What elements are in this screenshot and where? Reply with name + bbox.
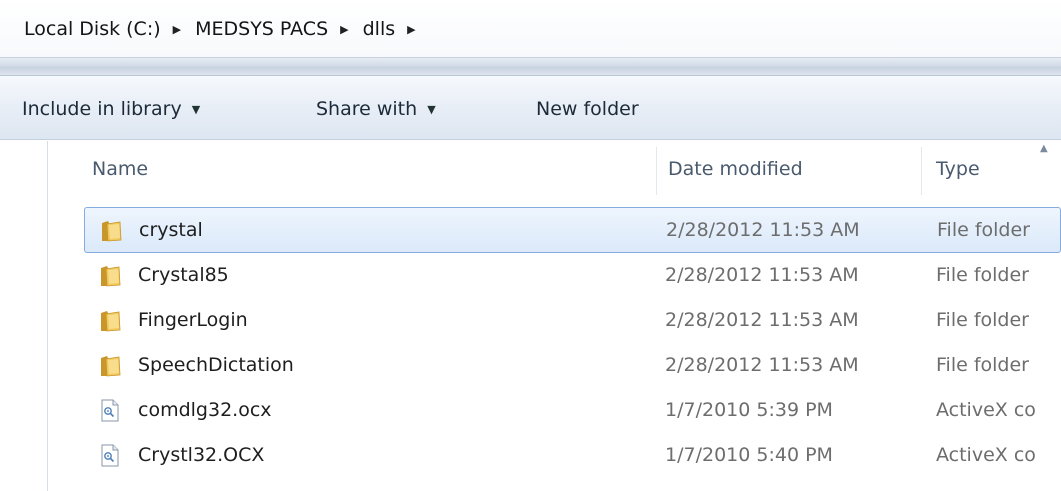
file-type: ActiveX co xyxy=(936,444,1036,466)
share-with-button[interactable]: Share with ▼ xyxy=(316,95,436,123)
file-type: File folder xyxy=(936,354,1029,376)
file-date-modified: 1/7/2010 5:39 PM xyxy=(665,399,833,421)
address-bar-divider xyxy=(0,58,1061,76)
folder-icon xyxy=(98,353,122,378)
navigation-pane-edge[interactable] xyxy=(0,141,48,491)
file-date-modified: 1/7/2010 5:40 PM xyxy=(665,444,833,466)
new-folder-label: New folder xyxy=(536,98,639,120)
breadcrumb: Local Disk (C:) ▶ MEDSYS PACS ▶ dlls ▶ xyxy=(22,16,428,42)
column-header-date-label: Date modified xyxy=(668,158,803,180)
file-list-pane[interactable]: Name Date modified Type ▲ crystal 2/28/20… xyxy=(0,141,1061,491)
file-row[interactable]: FingerLogin 2/28/2012 11:53 AM File folder xyxy=(84,298,1061,344)
address-bar[interactable]: Local Disk (C:) ▶ MEDSYS PACS ▶ dlls ▶ xyxy=(0,0,1061,58)
file-date-modified: 2/28/2012 11:53 AM xyxy=(665,264,859,286)
file-row[interactable]: SpeechDictation 2/28/2012 11:53 AM File fo… xyxy=(84,343,1061,389)
file-type: ActiveX co xyxy=(936,399,1036,421)
column-header-name[interactable]: Name xyxy=(92,141,652,197)
folder-icon xyxy=(98,263,122,288)
breadcrumb-arrow-icon[interactable]: ▶ xyxy=(173,23,181,36)
file-row[interactable]: crystal 2/28/2012 11:53 AM File folder xyxy=(84,207,1061,253)
file-name[interactable]: Crystal85 xyxy=(138,253,229,297)
activex-file-icon xyxy=(98,443,122,468)
new-folder-button[interactable]: New folder xyxy=(536,95,639,123)
chevron-down-icon: ▼ xyxy=(191,102,201,116)
breadcrumb-medsys-pacs[interactable]: MEDSYS PACS xyxy=(193,18,330,40)
file-date-modified: 2/28/2012 11:53 AM xyxy=(665,309,859,331)
include-in-library-button[interactable]: Include in library ▼ xyxy=(22,95,200,123)
folder-icon xyxy=(99,218,123,243)
file-type: File folder xyxy=(936,309,1029,331)
share-with-label: Share with xyxy=(316,98,418,120)
file-type: File folder xyxy=(936,264,1029,286)
folder-icon xyxy=(98,308,122,333)
breadcrumb-arrow-icon[interactable]: ▶ xyxy=(407,23,415,36)
file-name[interactable]: Crystl32.OCX xyxy=(138,433,264,477)
file-name[interactable]: FingerLogin xyxy=(138,298,248,342)
file-date-modified: 2/28/2012 11:53 AM xyxy=(665,354,859,376)
breadcrumb-local-disk[interactable]: Local Disk (C:) xyxy=(22,18,163,40)
activex-file-icon xyxy=(98,398,122,423)
file-row[interactable]: Crystl32.OCX 1/7/2010 5:40 PM ActiveX co xyxy=(84,433,1061,479)
column-header-name-label: Name xyxy=(92,158,149,180)
file-row[interactable]: Crystal85 2/28/2012 11:53 AM File folder xyxy=(84,253,1061,299)
column-header-type-label: Type xyxy=(936,158,980,180)
breadcrumb-dlls[interactable]: dlls xyxy=(361,18,398,40)
command-toolbar: Include in library ▼ Share with ▼ New fo… xyxy=(0,76,1061,140)
file-row[interactable]: comdlg32.ocx 1/7/2010 5:39 PM ActiveX co xyxy=(84,388,1061,434)
file-name[interactable]: SpeechDictation xyxy=(138,343,294,387)
breadcrumb-arrow-icon[interactable]: ▶ xyxy=(340,23,348,36)
sort-ascending-icon: ▲ xyxy=(1040,143,1048,154)
include-in-library-label: Include in library xyxy=(22,98,182,120)
column-header-date-modified[interactable]: Date modified xyxy=(668,141,918,197)
column-divider[interactable] xyxy=(656,147,657,195)
file-name[interactable]: comdlg32.ocx xyxy=(138,388,272,432)
column-divider[interactable] xyxy=(921,147,922,195)
chevron-down-icon: ▼ xyxy=(427,102,436,116)
file-date-modified: 2/28/2012 11:53 AM xyxy=(666,219,860,241)
file-name[interactable]: crystal xyxy=(139,208,203,252)
file-type: File folder xyxy=(937,219,1030,241)
